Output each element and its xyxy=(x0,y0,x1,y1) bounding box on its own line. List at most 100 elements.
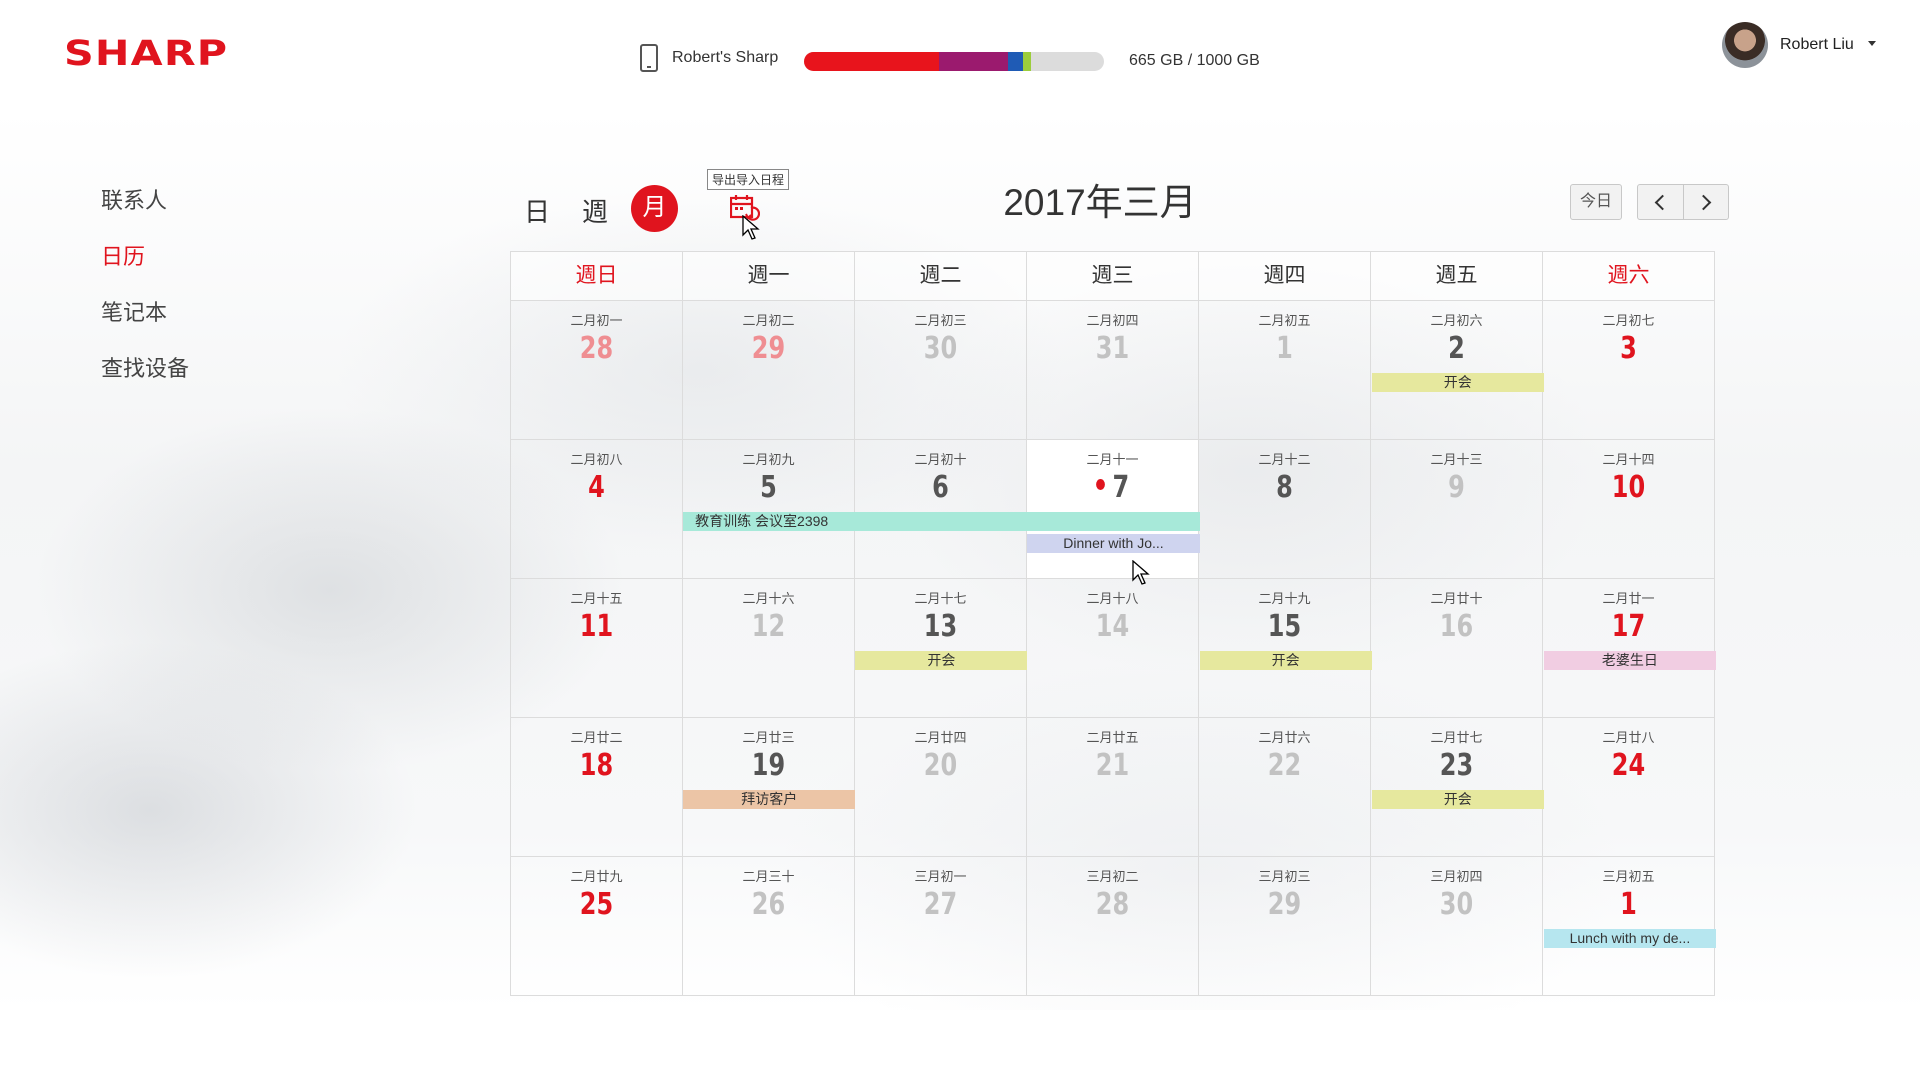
event-bar[interactable]: Dinner with Jo... xyxy=(1027,534,1200,553)
weekday-fri: 週五 xyxy=(1370,252,1542,300)
day-number-wrap: 18 xyxy=(528,748,665,783)
day-cell[interactable]: 二月初八 4 xyxy=(511,440,682,578)
event-bar[interactable]: 开会 xyxy=(855,651,1028,670)
mouse-pointer-icon xyxy=(1132,560,1150,585)
day-cell[interactable]: 二月初四 31 xyxy=(1026,301,1198,439)
device-name: Robert's Sharp xyxy=(672,49,779,66)
day-number-wrap: 10 xyxy=(1560,470,1697,505)
view-week-button[interactable]: 週 xyxy=(582,192,608,229)
sidebar-item-notebook[interactable]: 笔记本 xyxy=(101,298,189,354)
sidebar: 联系人 日历 笔记本 查找设备 xyxy=(101,186,189,410)
chevron-left-icon xyxy=(1654,194,1671,210)
day-number: 19 xyxy=(751,748,786,783)
day-cell[interactable]: 三月初三 29 xyxy=(1198,857,1370,995)
day-cell[interactable]: 二月廿一 17 xyxy=(1542,579,1714,717)
event-bar[interactable]: 开会 xyxy=(1371,373,1544,392)
storage-usage-bar xyxy=(804,52,1104,71)
day-cell-today[interactable]: 二月十一 7 xyxy=(1026,440,1198,578)
event-bar[interactable]: 开会 xyxy=(1371,790,1544,809)
day-cell[interactable]: 二月初二 29 xyxy=(682,301,854,439)
lunar-date: 二月廿六 xyxy=(1258,730,1311,745)
sidebar-item-find-device[interactable]: 查找设备 xyxy=(101,354,189,410)
day-number-wrap: 24 xyxy=(1560,748,1697,783)
view-month-button[interactable]: 月 xyxy=(631,185,678,232)
day-cell[interactable]: 二月十八 14 xyxy=(1026,579,1198,717)
day-cell[interactable]: 三月初五 1 xyxy=(1542,857,1714,995)
day-number: 30 xyxy=(1439,887,1474,922)
day-number: 18 xyxy=(579,748,614,783)
day-cell[interactable]: 二月十七 13 xyxy=(854,579,1026,717)
storage-segment xyxy=(1023,52,1031,71)
today-dot-icon xyxy=(1095,479,1105,490)
day-cell[interactable]: 二月廿二 18 xyxy=(511,718,682,856)
prev-month-button[interactable] xyxy=(1638,185,1683,219)
day-cell[interactable]: 二月初一 28 xyxy=(511,301,682,439)
day-cell[interactable]: 二月十六 12 xyxy=(682,579,854,717)
day-cell[interactable]: 二月初三 30 xyxy=(854,301,1026,439)
day-number: 22 xyxy=(1267,748,1302,783)
lunar-date: 二月初三 xyxy=(914,313,967,328)
day-cell[interactable]: 二月廿三 19 xyxy=(682,718,854,856)
sidebar-item-contacts[interactable]: 联系人 xyxy=(101,186,189,242)
lunar-date: 三月初五 xyxy=(1602,869,1655,884)
lunar-date: 二月初八 xyxy=(570,452,623,467)
day-cell[interactable]: 二月廿四 20 xyxy=(854,718,1026,856)
event-bar[interactable]: 老婆生日 xyxy=(1543,651,1716,670)
day-number-wrap: 28 xyxy=(528,331,665,366)
day-cell[interactable]: 二月十三 9 xyxy=(1370,440,1542,578)
view-day-button[interactable]: 日 xyxy=(524,192,550,229)
day-cell[interactable]: 二月初九 5 xyxy=(682,440,854,578)
lunar-date: 二月初十 xyxy=(914,452,967,467)
sidebar-item-calendar[interactable]: 日历 xyxy=(101,242,189,298)
day-cell[interactable]: 二月初七 3 xyxy=(1542,301,1714,439)
day-cell[interactable]: 二月十四 10 xyxy=(1542,440,1714,578)
today-button[interactable]: 今日 xyxy=(1570,184,1622,220)
lunar-date: 二月初九 xyxy=(742,452,795,467)
weekday-tue: 週二 xyxy=(854,252,1026,300)
day-number: 15 xyxy=(1267,609,1302,644)
day-number: 5 xyxy=(760,470,777,505)
day-cell[interactable]: 二月十五 11 xyxy=(511,579,682,717)
day-cell[interactable]: 二月廿十 16 xyxy=(1370,579,1542,717)
day-cell[interactable]: 二月廿七 23 xyxy=(1370,718,1542,856)
day-cell[interactable]: 三月初一 27 xyxy=(854,857,1026,995)
lunar-date: 二月十三 xyxy=(1430,452,1483,467)
event-bar[interactable]: Lunch with my de... xyxy=(1543,929,1716,948)
day-cell[interactable]: 二月廿八 24 xyxy=(1542,718,1714,856)
lunar-date: 二月廿四 xyxy=(914,730,967,745)
device-selector[interactable]: Robert's Sharp xyxy=(640,44,778,72)
month-navigation xyxy=(1637,184,1729,220)
day-number: 4 xyxy=(588,470,605,505)
day-cell[interactable]: 二月廿九 25 xyxy=(511,857,682,995)
avatar[interactable] xyxy=(1722,22,1768,68)
day-cell[interactable]: 二月廿六 22 xyxy=(1198,718,1370,856)
event-bar[interactable]: 拜访客户 xyxy=(683,790,856,809)
day-number: 16 xyxy=(1439,609,1474,644)
day-cell[interactable]: 二月十九 15 xyxy=(1198,579,1370,717)
lunar-date: 三月初三 xyxy=(1258,869,1311,884)
day-cell[interactable]: 二月初五 1 xyxy=(1198,301,1370,439)
day-cell[interactable]: 三月初四 30 xyxy=(1370,857,1542,995)
weekday-sun: 週日 xyxy=(575,264,618,287)
lunar-date: 二月廿十 xyxy=(1430,591,1483,606)
day-cell[interactable]: 二月初十 6 xyxy=(854,440,1026,578)
next-month-button[interactable] xyxy=(1682,185,1729,219)
day-cell[interactable]: 二月初六 2 xyxy=(1370,301,1542,439)
day-cell[interactable]: 三月初二 28 xyxy=(1026,857,1198,995)
day-cell[interactable]: 二月廿五 21 xyxy=(1026,718,1198,856)
event-bar[interactable]: 开会 xyxy=(1199,651,1372,670)
day-number-wrap: 14 xyxy=(1044,609,1181,644)
event-bar[interactable]: 教育训练 会议室2398 xyxy=(683,512,1200,531)
day-number-wrap: 19 xyxy=(700,748,837,783)
day-number: 1 xyxy=(1620,887,1637,922)
caret-down-icon[interactable] xyxy=(1867,40,1876,46)
day-number-wrap: 3 xyxy=(1560,331,1697,366)
day-number: 3 xyxy=(1620,331,1637,366)
day-number: 20 xyxy=(923,748,958,783)
lunar-date: 二月十四 xyxy=(1602,452,1655,467)
user-menu[interactable]: Robert Liu xyxy=(1722,22,1876,68)
day-number-wrap: 15 xyxy=(1216,609,1353,644)
storage-segment xyxy=(1008,52,1023,71)
day-cell[interactable]: 二月三十 26 xyxy=(682,857,854,995)
day-cell[interactable]: 二月十二 8 xyxy=(1198,440,1370,578)
